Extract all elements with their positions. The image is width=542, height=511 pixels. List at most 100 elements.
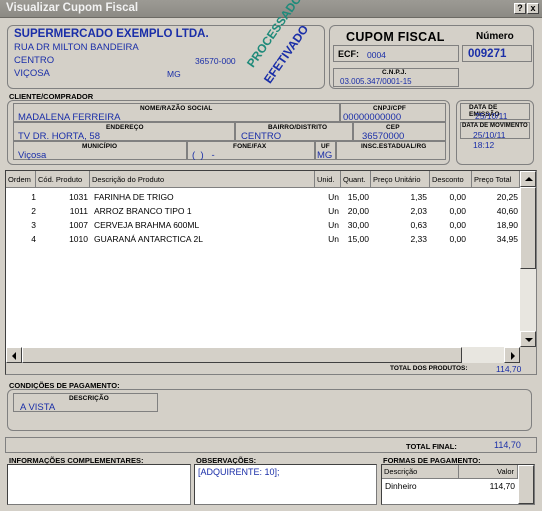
vertical-scrollbar[interactable] (520, 171, 536, 347)
cell-unit: Un (328, 206, 339, 216)
payment-forms-scroll-thumb[interactable] (518, 465, 534, 504)
scroll-thumb-horizontal[interactable] (22, 347, 462, 363)
client-district-box: BAIRRO/DISTRITO CENTRO (235, 122, 353, 142)
client-city-box: MUNICÍPIO Viçosa (13, 141, 187, 161)
client-phone-label: FONE/FAX (233, 143, 267, 150)
help-button[interactable]: ? (514, 3, 526, 14)
client-uf: MG (317, 150, 333, 161)
total-final-label: TOTAL FINAL: (406, 442, 457, 451)
client-cnpj-box: CNPJ/CPF 00000000000 (340, 103, 446, 123)
movement-label: DATA DE MOVIMENTO (462, 123, 528, 129)
col-quantity[interactable]: Quant. (341, 171, 371, 188)
client-ie-label: INSC.ESTADUAL/RG (361, 143, 427, 150)
payment-forms-grid[interactable]: Descrição Valor Dinheiro 114,70 (381, 464, 535, 505)
cell-order: 4 (31, 234, 36, 244)
client-city: Viçosa (18, 150, 47, 161)
emission-date: 25/10/11 (475, 111, 508, 121)
total-final-value: 114,70 (494, 440, 521, 450)
table-row[interactable]: Dinheiro 114,70 (382, 479, 518, 493)
cell-order: 1 (31, 192, 36, 202)
client-address-box: ENDEREÇO TV DR. HORTA, 58 (13, 122, 235, 142)
emission-box: DATA DE EMISSÃO 25/10/11 (460, 103, 530, 121)
company-state: MG (167, 69, 181, 79)
items-body: 1 1031 FARINHA DE TRIGO Un 15,00 1,35 0,… (6, 188, 520, 248)
col-unit-price[interactable]: Preço Unitário (371, 171, 430, 188)
cell-code: 1010 (69, 234, 88, 244)
cell-discount: 0,00 (449, 206, 466, 216)
cnpj-box: C.N.P.J. 03.005.347/0001-15 (333, 68, 459, 87)
payment-description-box: DESCRIÇÃO A VISTA (13, 393, 158, 413)
table-row[interactable]: 4 1010 GUARANÁ ANTARCTICA 2L Un 15,00 2,… (6, 232, 520, 246)
cell-discount: 0,00 (449, 220, 466, 230)
payment-form-value: 114,70 (489, 481, 515, 491)
horizontal-scrollbar[interactable] (6, 347, 520, 363)
movement-box: DATA DE MOVIMENTO 25/10/11 18:12 (460, 122, 530, 150)
title-bar: Visualizar Cupom Fiscal ? x (0, 0, 542, 18)
client-district-label: BAIRRO/DISTRITO (268, 124, 328, 131)
scroll-left-button[interactable] (6, 347, 22, 363)
cell-total: 40,60 (496, 206, 518, 216)
window-title: Visualizar Cupom Fiscal (6, 2, 139, 14)
col-total[interactable]: Preço Total (472, 171, 520, 188)
company-cep: 36570-000 (195, 56, 236, 66)
cell-unit-price: 0,63 (410, 220, 427, 230)
cnpj-value: 03.005.347/0001-15 (340, 77, 412, 86)
items-table-panel: Ordem Cód. Produto Descrição do Produto … (5, 170, 537, 375)
payment-forms-scrollbar[interactable] (518, 465, 534, 504)
info-textarea[interactable] (7, 464, 191, 505)
table-row[interactable]: 1 1031 FARINHA DE TRIGO Un 15,00 1,35 0,… (6, 190, 520, 204)
scroll-down-button[interactable] (520, 331, 536, 347)
col-unit[interactable]: Unid. (315, 171, 341, 188)
client-name-box: NOME/RAZÃO SOCIAL MADALENA FERREIRA (13, 103, 340, 123)
cupom-panel: CUPOM FISCAL Número ECF: 0004 009271 C.N… (329, 25, 534, 89)
items-header: Ordem Cód. Produto Descrição do Produto … (6, 171, 520, 188)
cell-code: 1031 (69, 192, 88, 202)
cnpj-label: C.N.P.J. (382, 69, 407, 76)
cell-quantity: 15,00 (347, 234, 369, 244)
cell-unit: Un (328, 220, 339, 230)
cupom-title: CUPOM FISCAL (346, 30, 445, 44)
total-final-bar: TOTAL FINAL: 114,70 (5, 437, 537, 453)
cell-quantity: 20,00 (347, 206, 369, 216)
arrow-left-icon (12, 352, 16, 360)
arrow-down-icon (525, 338, 533, 342)
ecf-label: ECF: (338, 49, 359, 59)
col-description[interactable]: Descrição do Produto (90, 171, 315, 188)
scroll-up-button[interactable] (520, 171, 536, 187)
arrow-up-icon (525, 177, 533, 181)
cell-unit: Un (328, 234, 339, 244)
client-uf-label: UF (321, 143, 330, 150)
scroll-right-button[interactable] (504, 347, 520, 363)
dates-panel: DATA DE EMISSÃO 25/10/11 DATA DE MOVIMEN… (456, 100, 534, 165)
cupom-number-box: 009271 (462, 45, 532, 62)
payment-forms-col-value[interactable]: Valor (459, 465, 518, 479)
company-district: CENTRO (14, 55, 55, 66)
client-ie-box: INSC.ESTADUAL/RG (336, 141, 446, 160)
total-products-label: TOTAL DOS PRODUTOS: (390, 365, 468, 372)
col-discount[interactable]: Desconto (430, 171, 472, 188)
notes-value: [ADQUIRENTE: 10]; (198, 467, 280, 477)
table-row[interactable]: 2 1011 ARROZ BRANCO TIPO 1 Un 20,00 2,03… (6, 204, 520, 218)
company-name: SUPERMERCADO EXEMPLO LTDA. (14, 28, 209, 40)
col-order[interactable]: Ordem (6, 171, 36, 188)
client-phone: ( ) - (192, 150, 215, 161)
payment-description-label: DESCRIÇÃO (69, 395, 109, 402)
cell-total: 34,95 (496, 234, 518, 244)
client-panel: NOME/RAZÃO SOCIAL MADALENA FERREIRA CNPJ… (7, 100, 450, 165)
client-cnpj-label: CNPJ/CPF (373, 105, 406, 112)
table-row[interactable]: 3 1007 CERVEJA BRAHMA 600ML Un 30,00 0,6… (6, 218, 520, 232)
cell-description: CERVEJA BRAHMA 600ML (94, 220, 200, 230)
notes-textarea[interactable]: [ADQUIRENTE: 10]; (194, 464, 377, 505)
cell-quantity: 30,00 (347, 220, 369, 230)
payment-panel: DESCRIÇÃO A VISTA (7, 389, 532, 431)
client-uf-box: UF MG (315, 141, 336, 161)
arrow-right-icon (511, 352, 515, 360)
col-code[interactable]: Cód. Produto (36, 171, 90, 188)
scroll-thumb-vertical[interactable] (520, 187, 536, 269)
cell-unit-price: 2,03 (410, 206, 427, 216)
cell-quantity: 15,00 (347, 192, 369, 202)
items-grid[interactable]: Ordem Cód. Produto Descrição do Produto … (6, 171, 520, 347)
close-button[interactable]: x (527, 3, 539, 14)
payment-forms-col-description[interactable]: Descrição (382, 465, 459, 479)
cell-description: GUARANÁ ANTARCTICA 2L (94, 234, 203, 244)
